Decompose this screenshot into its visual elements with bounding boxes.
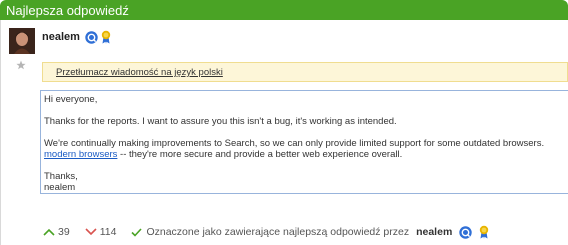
upvote-button[interactable]: 39 [43, 226, 70, 238]
author-name[interactable]: nealem [42, 31, 80, 43]
downvote-button[interactable]: 114 [85, 226, 117, 238]
answer-footer: 39 114 Oznaczone jako zawierające najlep… [43, 224, 489, 240]
translate-link[interactable]: Przetłumacz wiadomość na język polski [56, 67, 223, 78]
best-answer-header: Najlepsza odpowiedź [0, 0, 568, 20]
author-row: nealem [42, 29, 111, 45]
downvote-icon [85, 228, 97, 236]
message-line-1: Thanks for the reports. I want to assure… [44, 116, 397, 127]
message-line-3-rest: -- they're more secure and provide a bet… [117, 149, 403, 160]
avatar[interactable] [9, 28, 35, 54]
message-line-2: We're continually making improvements to… [44, 138, 545, 149]
message-signature: nealem [44, 182, 76, 193]
star-icon[interactable] [16, 60, 26, 70]
message-body: Hi everyone, Thanks for the reports. I w… [40, 90, 568, 194]
accepted-text: Oznaczone jako zawierające najlepszą odp… [146, 226, 410, 238]
ribbon-badge-icon [480, 225, 489, 239]
modern-browsers-link[interactable]: modern browsers [44, 149, 117, 160]
accepted-by-name[interactable]: nealem [416, 226, 452, 238]
translate-banner: Przetłumacz wiadomość na język polski [42, 62, 568, 82]
upvote-count: 39 [58, 226, 70, 238]
message-greeting: Hi everyone, [44, 94, 98, 105]
top-contributor-badge-icon [85, 30, 98, 44]
message-line-3: modern browsers -- they're more secure a… [44, 149, 402, 160]
ribbon-badge-icon [101, 30, 111, 44]
top-contributor-badge-icon [459, 225, 472, 239]
downvote-count: 114 [99, 226, 117, 238]
message-closing: Thanks, [44, 171, 78, 182]
best-answer-title: Najlepsza odpowiedź [6, 3, 129, 18]
checkmark-icon [131, 227, 143, 237]
accepted-answer-note: Oznaczone jako zawierające najlepszą odp… [131, 225, 489, 239]
upvote-icon [43, 228, 55, 236]
